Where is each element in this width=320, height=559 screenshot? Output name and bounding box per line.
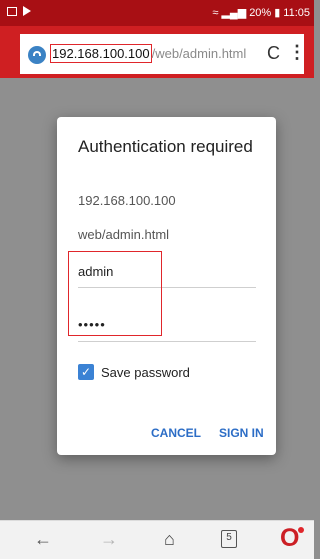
home-icon[interactable]: ⌂ [164,529,175,550]
dialog-title: Authentication required [78,137,253,156]
notification-icon [7,6,17,16]
address-bar: 192.168.100.100/web/admin.html C ⋮ [0,26,314,78]
clock: 11:05 [283,6,310,19]
url-text[interactable]: 192.168.100.100/web/admin.html [50,34,246,74]
credentials-highlight-box [68,251,162,336]
password-underline [78,341,256,342]
reload-icon[interactable]: C [267,43,280,64]
save-password-label[interactable]: Save password [101,365,190,380]
signal-icon: ▂▄▆ [221,7,247,19]
url-host: 192.168.100.100 [50,44,152,63]
menu-icon[interactable]: ⋮ [288,42,306,63]
tabs-button[interactable]: 5 [221,530,237,548]
save-password-checkbox[interactable]: ✓ [78,364,94,380]
dialog-path: web/admin.html [78,227,170,242]
url-path: /web/admin.html [151,46,247,61]
notification-dot [298,527,304,533]
auth-dialog: Authentication required 192.168.100.100 … [57,117,276,455]
wifi-icon: ≈ [212,6,219,19]
cancel-button[interactable]: CANCEL [151,426,201,440]
status-left [7,6,31,16]
forward-arrow-icon[interactable]: → [100,529,118,550]
sign-in-button[interactable]: SIGN IN [219,426,264,440]
bottom-nav-bar: ← → ⌂ 5 O [0,520,314,559]
opera-menu-icon[interactable]: O [280,524,299,553]
play-store-icon [23,6,31,16]
url-field[interactable]: 192.168.100.100/web/admin.html C ⋮ [20,34,306,74]
status-right: ≈ ▂▄▆ 20% ▮ 11:05 [212,6,310,20]
status-bar: ≈ ▂▄▆ 20% ▮ 11:05 [0,0,314,26]
battery-percent: 20% [249,6,272,19]
battery-icon: ▮ [274,7,281,19]
back-arrow-icon[interactable]: ← [34,529,52,550]
dialog-host: 192.168.100.100 [78,193,176,208]
speed-dial-icon[interactable] [28,46,46,64]
